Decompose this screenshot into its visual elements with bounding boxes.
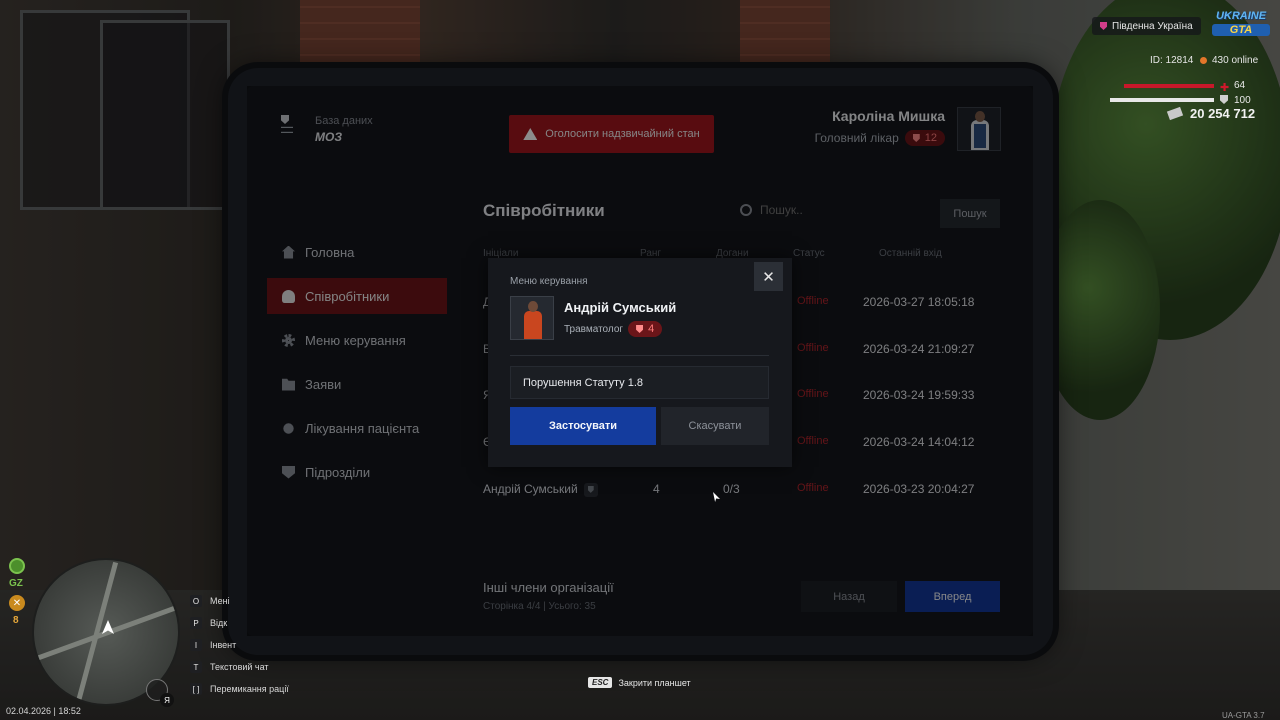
region-text: Південна Україна xyxy=(1112,20,1193,32)
game-version: UA-GTA 3.7 xyxy=(1222,711,1265,720)
key-cap: P xyxy=(190,617,202,629)
apply-button[interactable]: Застосувати xyxy=(510,407,656,445)
gz-icon xyxy=(9,558,25,574)
keybind-hints: O Мені P Відк I Інвент T Текстовий чат [ ] Пе… xyxy=(190,590,289,700)
health-bar xyxy=(1124,84,1214,88)
key-label: Відк xyxy=(210,618,228,628)
armor-value: 100 xyxy=(1234,95,1251,106)
key-cap: I xyxy=(190,639,202,651)
money: 20 254 712 xyxy=(1166,106,1256,121)
reason-input[interactable] xyxy=(510,366,769,399)
region-label: Південна Україна xyxy=(1092,17,1201,35)
online-text: 430 online xyxy=(1212,55,1259,66)
employee-rank-badge: 4 xyxy=(628,321,663,337)
online-count: 430 online xyxy=(1200,55,1258,66)
datetime: 02.04.2026 | 18:52 xyxy=(6,706,81,716)
health-cross-icon: ✚ xyxy=(1220,82,1230,94)
key-label: Інвент xyxy=(210,640,237,650)
crossed-tools-icon: ✕ xyxy=(9,595,25,611)
keybind-row: O Мені xyxy=(190,590,289,612)
employee-role: Травматолог xyxy=(564,323,624,335)
esc-key: ESC xyxy=(588,677,613,688)
key-cap: [ ] xyxy=(190,683,202,695)
close-icon: ✕ xyxy=(762,268,775,286)
player-id: ID: 12814 xyxy=(1150,55,1194,66)
key-cap: O xyxy=(190,595,202,607)
mic-badge: Я xyxy=(160,693,174,707)
cancel-button[interactable]: Скасувати xyxy=(661,407,769,445)
armor-bar xyxy=(1110,98,1214,102)
close-button[interactable]: ✕ xyxy=(754,262,783,291)
health-value: 64 xyxy=(1234,80,1246,91)
cash-icon xyxy=(1166,106,1184,121)
logo-top-text: UKRAINE xyxy=(1215,10,1267,22)
rank-value: 4 xyxy=(648,323,655,335)
esc-hint-label: Закрити планшет xyxy=(618,677,691,688)
close-tablet-hint: ESC Закрити планшет xyxy=(588,677,691,688)
region-pin-icon xyxy=(1100,22,1107,30)
employee-avatar xyxy=(510,296,554,340)
key-cap: T xyxy=(190,661,202,673)
logo-bottom-text: GTA xyxy=(1212,24,1270,36)
keybind-row: [ ] Перемикання рації xyxy=(190,678,289,700)
key-label: Мені xyxy=(210,596,230,606)
money-value: 20 254 712 xyxy=(1190,106,1256,121)
online-dot-icon xyxy=(1200,57,1207,64)
divider xyxy=(510,355,769,356)
control-menu-modal: Меню керування ✕ Андрій Сумський Травмат… xyxy=(488,258,792,467)
employee-name: Андрій Сумський xyxy=(564,300,677,315)
key-label: Перемикання рації xyxy=(210,684,289,694)
keybind-row: I Інвент xyxy=(190,634,289,656)
server-logo: UKRAINE GTA xyxy=(1212,10,1270,40)
rank-shield-icon xyxy=(636,325,644,333)
key-label: Текстовий чат xyxy=(210,662,269,672)
keybind-row: P Відк xyxy=(190,612,289,634)
keybind-row: T Текстовий чат xyxy=(190,656,289,678)
modal-title: Меню керування xyxy=(510,276,588,287)
tools-value: 8 xyxy=(13,615,19,626)
gz-label: GZ xyxy=(9,578,23,589)
